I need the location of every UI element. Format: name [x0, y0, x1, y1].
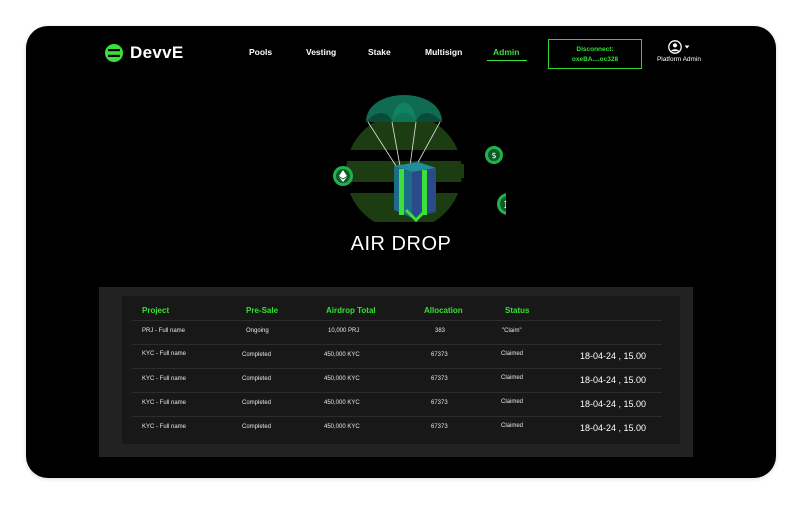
- caret-down-icon: [684, 45, 690, 49]
- project-cell: KYC - Full name: [142, 351, 187, 357]
- timestamp-cell: 18-04-24 , 15.00: [580, 423, 647, 433]
- brand-logo[interactable]: DevvE: [104, 43, 183, 63]
- nav-item-multisign[interactable]: Multisign: [425, 47, 462, 57]
- airdrop-table: Project Pre-Sale Airdrop Total Allocatio…: [122, 296, 680, 444]
- ethereum-coin-icon: [333, 166, 353, 186]
- project-cell: KYC - Full name: [142, 400, 187, 406]
- allocation-cell: 383: [435, 328, 446, 334]
- table-row: KYC - Full name Completed 450,000 KYC 67…: [132, 368, 662, 393]
- allocation-cell: 67373: [431, 400, 448, 406]
- user-circle-icon: [668, 40, 682, 54]
- column-header-allocation: Allocation: [424, 306, 463, 315]
- column-header-presale: Pre-Sale: [246, 306, 279, 315]
- airdrop-total-cell: 450,000 KYC: [324, 376, 360, 382]
- app-window: DevvE Pools Vesting Stake Multisign Admi…: [26, 26, 776, 478]
- bitcoin-coin-icon: ₿: [497, 193, 506, 215]
- timestamp-cell: 18-04-24 , 15.00: [580, 351, 647, 361]
- active-nav-underline: [487, 60, 527, 61]
- claim-link[interactable]: "Claim": [502, 328, 522, 334]
- allocation-cell: 67373: [431, 376, 448, 382]
- timestamp-cell: 18-04-24 , 15.00: [580, 375, 647, 385]
- project-cell: KYC - Full name: [142, 424, 187, 430]
- project-cell: KYC - Full name: [142, 376, 187, 382]
- column-header-airdrop-total: Airdrop Total: [326, 306, 376, 315]
- nav-item-admin[interactable]: Admin: [493, 47, 519, 57]
- profile-menu[interactable]: Platform Admin: [644, 40, 714, 63]
- column-header-project: Project: [142, 306, 170, 315]
- status-cell: Claimed: [501, 423, 524, 429]
- table-row: KYC - Full name Completed 450,000 KYC 67…: [132, 392, 662, 417]
- brand-name: DevvE: [130, 43, 184, 62]
- svg-text:₿: ₿: [504, 199, 506, 211]
- nav-item-vesting[interactable]: Vesting: [306, 47, 336, 57]
- allocation-cell: 67373: [431, 424, 448, 430]
- status-cell: Claimed: [501, 399, 524, 405]
- nav-item-pools[interactable]: Pools: [249, 47, 272, 57]
- presale-cell: Completed: [242, 424, 272, 430]
- presale-cell: Completed: [242, 352, 272, 358]
- status-cell: Claimed: [501, 375, 524, 381]
- airdrop-illustration: $ ₿: [333, 95, 506, 222]
- table-row: PRJ - Full name Ongoing 10,000 PRJ 383 "…: [132, 320, 662, 345]
- presale-cell: Completed: [242, 376, 272, 382]
- project-cell: PRJ - Full name: [142, 328, 186, 334]
- devve-logo-icon: [105, 44, 123, 62]
- column-header-status: Status: [505, 306, 530, 315]
- airdrop-table-panel: Project Pre-Sale Airdrop Total Allocatio…: [99, 287, 693, 457]
- svg-text:$: $: [491, 151, 496, 160]
- airdrop-total-cell: 10,000 PRJ: [328, 328, 360, 334]
- page-title: AIR DROP: [350, 233, 452, 255]
- presale-cell: Ongoing: [246, 328, 269, 334]
- crate-icon: [394, 162, 436, 222]
- wallet-address: oxeBA....oc328: [571, 56, 619, 63]
- status-cell: Claimed: [501, 351, 524, 357]
- timestamp-cell: 18-04-24 , 15.00: [580, 399, 647, 409]
- airdrop-total-cell: 450,000 KYC: [324, 424, 360, 430]
- airdrop-total-cell: 450,000 KYC: [324, 352, 360, 358]
- airdrop-total-cell: 450,000 KYC: [324, 400, 360, 406]
- allocation-cell: 67373: [431, 352, 448, 358]
- profile-label: Platform Admin: [656, 56, 702, 63]
- disconnect-wallet-button[interactable]: Disconnect: oxeBA....oc328: [548, 39, 642, 69]
- disconnect-label: Disconnect:: [576, 46, 614, 53]
- nav-item-stake[interactable]: Stake: [368, 47, 391, 57]
- presale-cell: Completed: [242, 400, 272, 406]
- table-row: KYC - Full name Completed 450,000 KYC 67…: [132, 344, 662, 369]
- table-row: KYC - Full name Completed 450,000 KYC 67…: [132, 416, 662, 441]
- tether-coin-icon: $: [485, 146, 503, 164]
